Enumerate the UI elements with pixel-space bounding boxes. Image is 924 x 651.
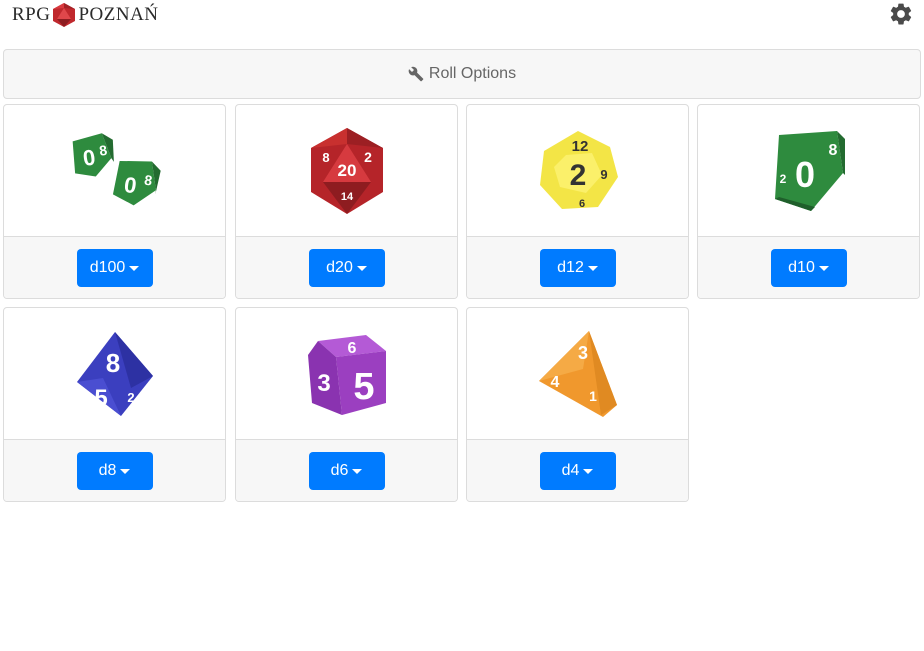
roll-d10-dropdown-button[interactable]: d10: [770, 249, 847, 287]
wrench-icon: [408, 66, 424, 82]
logo-d20-icon: [53, 3, 76, 27]
dice-card-d4: 3 4 1 2 d4: [466, 307, 689, 502]
roll-d4-dropdown-button[interactable]: d4: [539, 452, 616, 490]
svg-text:9: 9: [600, 167, 607, 182]
roll-d20-dropdown-button[interactable]: d20: [308, 249, 385, 287]
logo-text-right: POZNAŃ: [78, 4, 159, 25]
dice-card-d100: 0 8 0 8 d100: [3, 104, 226, 299]
caret-down-icon: [356, 266, 367, 271]
svg-text:5: 5: [94, 385, 107, 412]
roll-d4-label: d4: [561, 462, 580, 479]
roll-options-button[interactable]: Roll Options: [3, 49, 921, 99]
roll-d8-label: d8: [98, 462, 117, 479]
svg-text:8: 8: [105, 348, 119, 378]
svg-text:0: 0: [794, 154, 814, 195]
svg-text:2: 2: [606, 367, 612, 378]
svg-text:20: 20: [337, 161, 356, 180]
svg-text:5: 5: [353, 366, 374, 408]
svg-text:8: 8: [322, 150, 329, 165]
roll-d8-dropdown-button[interactable]: d8: [76, 452, 153, 490]
logo-text-left: RPG: [12, 4, 51, 25]
svg-text:6: 6: [578, 198, 584, 210]
roll-d6-dropdown-button[interactable]: d6: [308, 452, 385, 490]
svg-text:8: 8: [828, 142, 837, 159]
svg-text:14: 14: [340, 191, 353, 203]
svg-text:12: 12: [571, 138, 588, 155]
svg-text:6: 6: [347, 340, 356, 357]
roll-d12-dropdown-button[interactable]: d12: [539, 249, 616, 287]
header: RPG POZNAŃ: [0, 0, 924, 30]
logo[interactable]: RPG POZNAŃ: [12, 2, 159, 28]
svg-text:2: 2: [779, 172, 786, 186]
caret-down-icon: [129, 266, 140, 271]
d8-dice-icon[interactable]: 8 5 2: [73, 330, 157, 418]
d6-dice-icon[interactable]: 6 5 3: [304, 331, 390, 417]
d10-dice-icon[interactable]: 0 8 2: [771, 129, 847, 213]
d12-dice-icon[interactable]: 2 12 9 6: [536, 129, 620, 213]
d100-dice-icon[interactable]: 0 8 0 8: [69, 131, 161, 211]
roll-d20-label: d20: [326, 259, 353, 276]
dice-card-d12: 2 12 9 6 d12: [466, 104, 689, 299]
d20-dice-icon[interactable]: 20 8 2 14: [307, 126, 387, 216]
gear-icon[interactable]: [888, 1, 914, 27]
roll-d6-label: d6: [330, 462, 349, 479]
caret-down-icon: [120, 469, 131, 474]
dice-card-d10: 0 8 2 d10: [697, 104, 920, 299]
svg-text:4: 4: [550, 374, 559, 391]
roll-d100-label: d100: [89, 259, 126, 276]
caret-down-icon: [587, 266, 598, 271]
caret-down-icon: [352, 469, 363, 474]
svg-text:1: 1: [589, 388, 597, 404]
roll-d100-dropdown-button[interactable]: d100: [76, 249, 153, 287]
svg-text:2: 2: [127, 390, 134, 405]
dice-card-d20: 20 8 2 14 d20: [235, 104, 458, 299]
dice-card-d8: 8 5 2 d8: [3, 307, 226, 502]
roll-options-label: Roll Options: [428, 65, 517, 82]
svg-text:2: 2: [569, 159, 586, 192]
roll-d10-label: d10: [788, 259, 815, 276]
caret-down-icon: [583, 469, 594, 474]
svg-text:3: 3: [317, 370, 330, 397]
d4-dice-icon[interactable]: 3 4 1 2: [537, 329, 619, 419]
svg-text:2: 2: [364, 149, 372, 165]
caret-down-icon: [818, 266, 829, 271]
dice-card-d6: 6 5 3 d6: [235, 307, 458, 502]
roll-d12-label: d12: [557, 259, 584, 276]
svg-text:3: 3: [577, 343, 587, 363]
